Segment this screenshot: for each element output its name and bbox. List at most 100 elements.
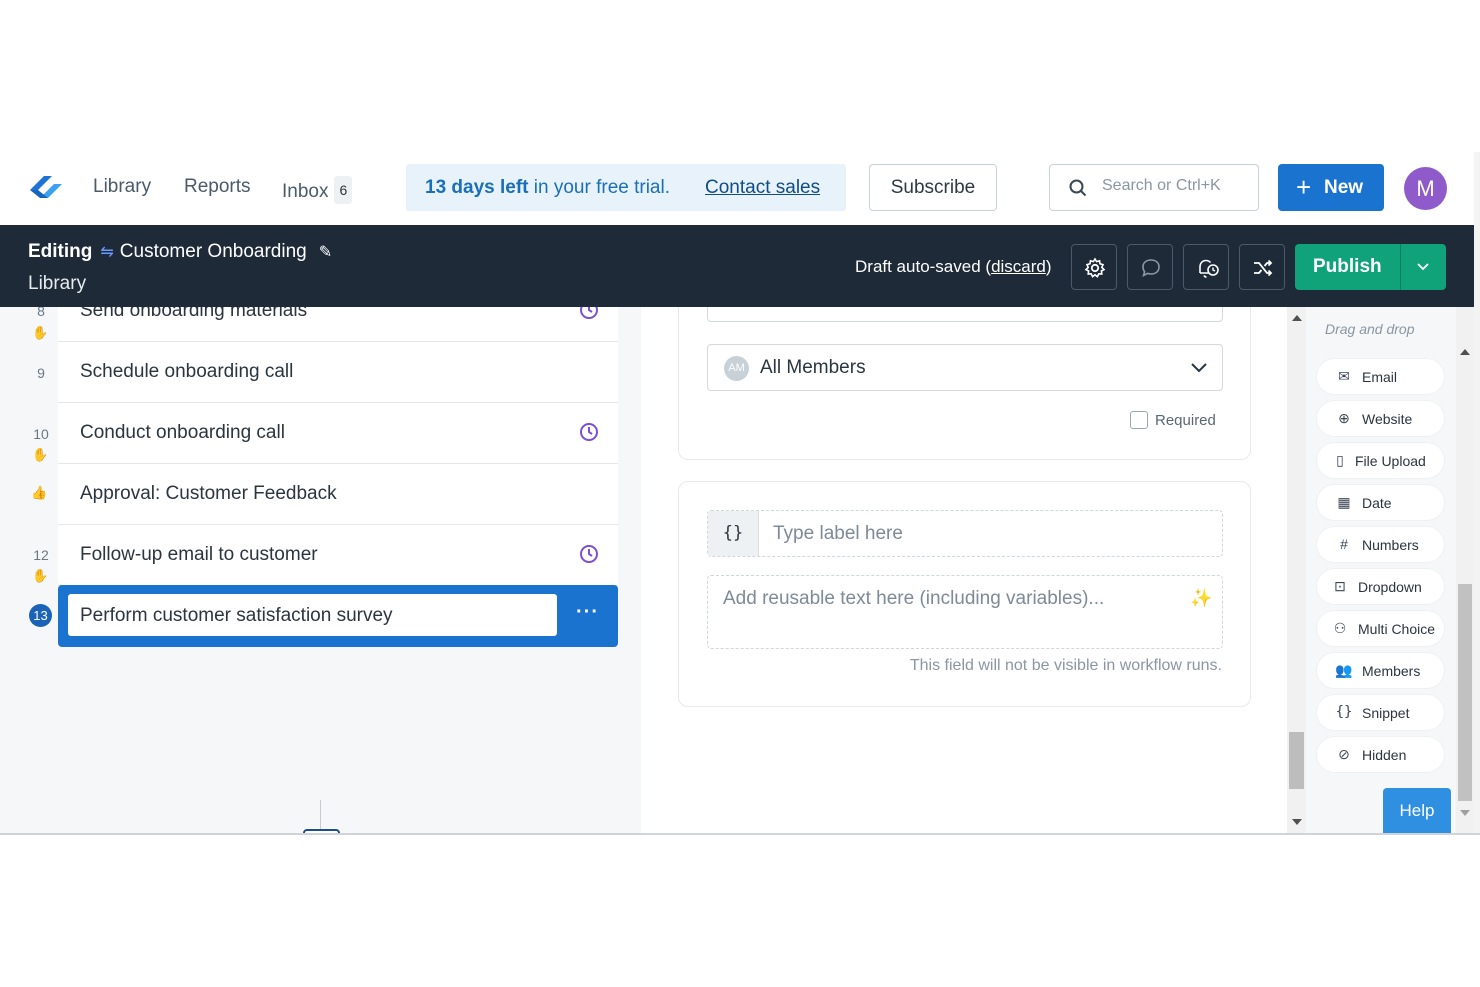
task-item[interactable]: Follow-up email to customer [58,525,618,586]
palette-file-upload[interactable]: ▯ File Upload [1316,442,1445,479]
chevron-down-icon[interactable] [1415,258,1431,274]
assignee-select[interactable]: AM All Members [707,344,1223,391]
trial-banner: 13 days left in your free trial. Contact… [406,164,846,211]
snippet-label-field[interactable]: {} Type label here [707,510,1223,557]
app-window: Library Reports Inbox 6 13 days left in y… [0,152,1480,835]
reminders-button[interactable] [1183,244,1229,290]
task-number: 9 [37,365,45,381]
task-label: Approval: Customer Feedback [80,483,337,504]
checkbox[interactable] [1130,411,1148,429]
publish-label: Publish [1313,256,1382,277]
task-number: 10 [33,426,49,442]
hash-icon: # [1340,536,1348,552]
chevron-down-icon [1191,363,1207,373]
bell-clock-icon [1199,259,1219,278]
stop-hand-icon: ✋ [32,568,49,583]
scroll-down-arrow[interactable] [1460,810,1470,816]
snippet-field-card: {} Type label here Add reusable text her… [678,481,1251,707]
palette-item-label: Hidden [1362,747,1407,763]
task-title-input[interactable]: Perform customer satisfaction survey [68,594,557,636]
field-label-input[interactable] [707,307,1223,322]
assignee-value: All Members [760,357,866,378]
palette-multi-choice[interactable]: ⚇ Multi Choice [1316,610,1445,647]
palette-snippet[interactable]: {} Snippet [1316,694,1445,731]
palette-item-label: Email [1362,369,1398,385]
more-options-icon[interactable]: ··· [576,601,599,624]
comments-button[interactable] [1127,244,1173,290]
trial-days-left: 13 days left [425,177,529,198]
new-button-label: New [1324,177,1364,198]
nav-reports-link[interactable]: Reports [184,176,251,198]
task-list: 8 ✋ Send onboarding materials 9 Schedule… [0,307,641,834]
page-scrollbar[interactable] [1456,307,1474,834]
window-edge [1474,152,1480,834]
palette-item-label: Snippet [1362,705,1410,721]
connector-line [320,800,321,830]
workflow-title: Customer Onboarding [119,241,307,262]
palette-dropdown[interactable]: ⊡ Dropdown [1316,568,1445,605]
subscribe-button[interactable]: Subscribe [869,164,997,211]
task-number: 8 [37,307,45,319]
task-label: Perform customer satisfaction survey [80,605,393,626]
nav-library-link[interactable]: Library [93,176,151,198]
palette-hidden[interactable]: ⊘ Hidden [1316,736,1445,773]
workflow-icon: ⇋ [100,244,114,261]
label-placeholder: Type label here [773,523,903,544]
nav-inbox-link[interactable]: Inbox 6 [282,176,353,204]
breadcrumb-library[interactable]: Library [28,273,86,295]
scroll-thumb[interactable] [1458,584,1472,801]
editing-title-line: Editing ⇋ Customer Onboarding ✎ [28,241,332,263]
envelope-icon: ✉ [1338,368,1350,384]
editor-scrollbar[interactable] [1287,307,1306,834]
publish-button[interactable]: Publish [1295,244,1446,290]
scroll-up-arrow[interactable] [1292,315,1302,321]
palette-item-label: Members [1362,663,1421,679]
field-palette: Drag and drop ✉ Email ⊕ Website ▯ File Uplo… [1306,307,1456,834]
plus-icon: + [1296,172,1312,202]
palette-members[interactable]: 👥 Members [1316,652,1445,689]
magic-wand-icon[interactable]: ✨ [1190,588,1212,609]
palette-item-label: Multi Choice [1358,621,1436,637]
task-item[interactable]: Approval: Customer Feedback [58,464,618,525]
discard-link[interactable]: discard [991,257,1046,276]
help-button[interactable]: Help [1383,788,1451,834]
required-checkbox[interactable]: Required [1130,411,1216,429]
palette-heading: Drag and drop [1325,321,1415,337]
palette-website[interactable]: ⊕ Website [1316,400,1445,437]
scroll-down-arrow[interactable] [1292,819,1302,825]
task-item-active[interactable]: Perform customer satisfaction survey ··· [58,585,618,647]
user-avatar[interactable]: M [1404,167,1447,210]
new-button[interactable]: + New [1278,164,1384,211]
contact-sales-link[interactable]: Contact sales [705,164,820,211]
top-navigation: Library Reports Inbox 6 13 days left in y… [0,152,1480,225]
inbox-label: Inbox [282,181,329,202]
task-item[interactable]: Schedule onboarding call [58,342,618,403]
palette-email[interactable]: ✉ Email [1316,358,1445,395]
editing-bar: Editing ⇋ Customer Onboarding ✎ Library Dra… [0,225,1474,307]
snippet-text-area[interactable]: Add reusable text here (including variab… [707,575,1223,649]
members-icon: 👥 [1335,662,1353,678]
scroll-up-arrow[interactable] [1460,349,1470,355]
palette-item-label: Date [1362,495,1392,511]
palette-item-label: Dropdown [1358,579,1422,595]
task-label: Conduct onboarding call [80,422,285,443]
settings-button[interactable] [1071,244,1117,290]
gear-icon [1084,257,1106,278]
eye-slash-icon: ⊘ [1338,746,1350,762]
clock-icon [580,423,598,441]
task-item[interactable]: Conduct onboarding call [58,403,618,464]
search-box[interactable] [1049,164,1259,211]
shuffle-button[interactable] [1239,244,1285,290]
dropdown-icon: ⊡ [1334,578,1346,594]
braces-icon: {} [1335,704,1353,720]
task-item[interactable]: Send onboarding materials [58,307,618,342]
palette-numbers[interactable]: # Numbers [1316,526,1445,563]
snippet-placeholder: Add reusable text here (including variab… [723,588,1105,609]
scroll-thumb[interactable] [1289,732,1304,789]
palette-date[interactable]: ▦ Date [1316,484,1445,521]
app-logo[interactable] [26,168,66,208]
search-input[interactable] [1102,177,1252,195]
active-task-number: 13 [29,604,52,627]
file-icon: ▯ [1336,452,1344,468]
edit-title-icon[interactable]: ✎ [319,244,332,261]
